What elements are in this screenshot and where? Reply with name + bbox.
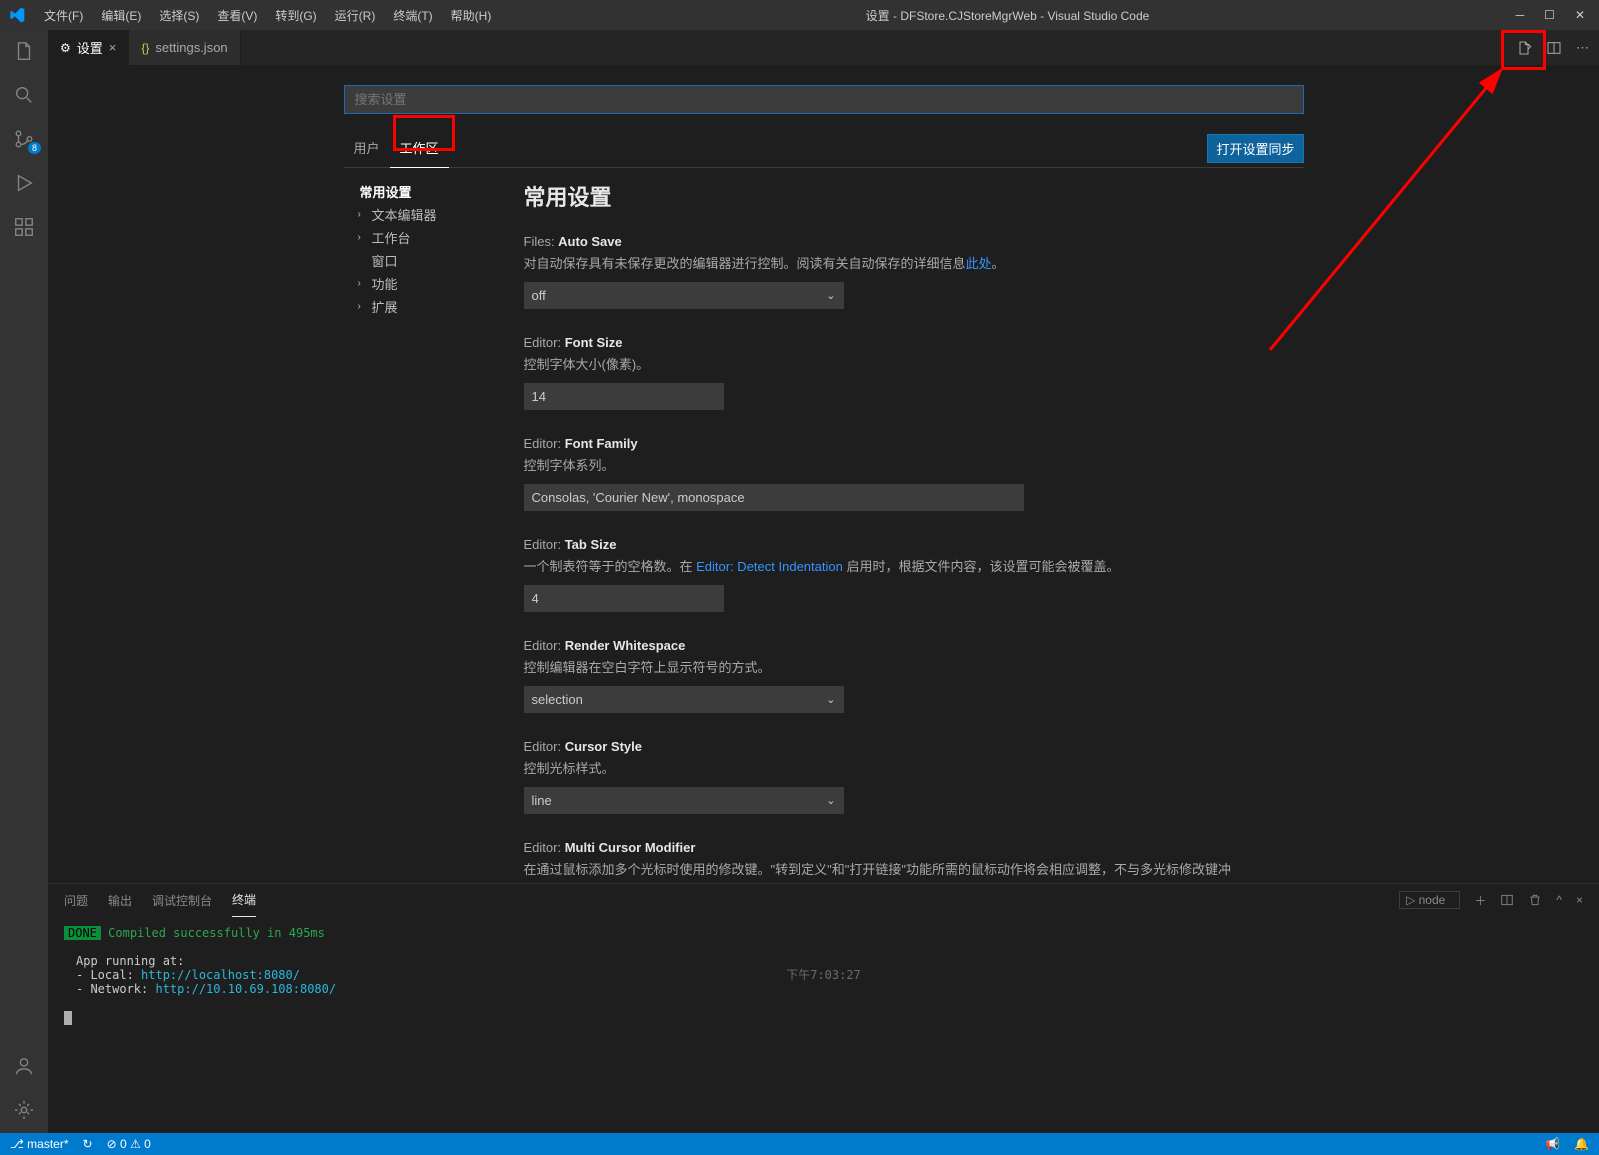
menu-file[interactable]: 文件(F): [36, 3, 91, 28]
maximize-icon[interactable]: ☐: [1544, 8, 1555, 22]
kill-terminal-icon[interactable]: [1528, 893, 1542, 907]
open-settings-json-icon[interactable]: [1516, 40, 1532, 56]
settings-toc: 常用设置 ›文本编辑器 ›工作台 窗口 ›功能 ›扩展: [344, 180, 494, 883]
panel-tab-output[interactable]: 输出: [108, 884, 132, 917]
maximize-panel-icon[interactable]: ^: [1556, 893, 1562, 907]
network-url-link[interactable]: http://10.10.69.108:8080/: [155, 982, 336, 996]
menu-bar: 文件(F) 编辑(E) 选择(S) 查看(V) 转到(G) 运行(R) 终端(T…: [36, 3, 499, 28]
settings-tab-icon: ⚙: [60, 41, 71, 55]
menu-terminal[interactable]: 终端(T): [385, 3, 440, 28]
tab-label: settings.json: [155, 40, 227, 55]
autosave-doc-link[interactable]: 此处: [966, 256, 992, 271]
accounts-icon[interactable]: [11, 1053, 37, 1079]
settings-search-input[interactable]: [344, 85, 1304, 114]
extensions-icon[interactable]: [11, 214, 37, 240]
status-bar: ⎇ master* ↻ ⊘ 0 ⚠ 0 📢 🔔: [0, 1133, 1599, 1155]
status-notifications-icon[interactable]: 🔔: [1574, 1137, 1589, 1151]
close-panel-icon[interactable]: ×: [1576, 893, 1583, 907]
setting-editor-tabsize: Editor: Tab Size 一个制表符等于的空格数。在 Editor: D…: [524, 537, 1304, 612]
chevron-right-icon: ›: [358, 301, 368, 312]
local-url-link[interactable]: http://localhost:8080/: [141, 968, 300, 982]
search-icon[interactable]: [11, 82, 37, 108]
chevron-right-icon: ›: [358, 278, 368, 289]
tab-label: 设置: [77, 38, 103, 57]
minimize-icon[interactable]: ─: [1516, 8, 1525, 22]
scm-badge: 8: [28, 142, 41, 154]
terminal-cursor: [64, 1011, 72, 1025]
status-feedback-icon[interactable]: 📢: [1545, 1137, 1560, 1151]
menu-help[interactable]: 帮助(H): [443, 3, 500, 28]
split-editor-icon[interactable]: [1546, 40, 1562, 56]
chevron-right-icon: ›: [358, 232, 368, 243]
close-tab-icon[interactable]: ×: [109, 40, 117, 55]
toc-features[interactable]: ›功能: [344, 272, 494, 295]
status-sync[interactable]: ↻: [83, 1137, 93, 1151]
terminal-selector[interactable]: ▷ node: [1399, 891, 1460, 909]
menu-view[interactable]: 查看(V): [209, 3, 265, 28]
fontfamily-input[interactable]: [524, 484, 1024, 511]
detect-indentation-link[interactable]: Editor: Detect Indentation: [696, 559, 843, 574]
vscode-logo-icon: [8, 6, 26, 24]
chevron-down-icon: ⌄: [826, 693, 835, 706]
panel-tab-debug[interactable]: 调试控制台: [152, 884, 212, 917]
source-control-icon[interactable]: 8: [11, 126, 37, 152]
chevron-right-icon: ›: [358, 209, 368, 220]
scope-user-tab[interactable]: 用户: [344, 130, 390, 167]
menu-goto[interactable]: 转到(G): [267, 3, 324, 28]
cursorstyle-select[interactable]: line⌄: [524, 787, 844, 814]
toc-common[interactable]: 常用设置: [344, 180, 494, 203]
toc-workbench[interactable]: ›工作台: [344, 226, 494, 249]
toc-text-editor[interactable]: ›文本编辑器: [344, 203, 494, 226]
split-terminal-icon[interactable]: [1500, 893, 1514, 907]
open-settings-sync-button[interactable]: 打开设置同步: [1207, 134, 1303, 163]
done-badge: DONE: [64, 926, 101, 940]
more-actions-icon[interactable]: ⋯: [1576, 40, 1589, 56]
close-icon[interactable]: ✕: [1575, 8, 1585, 22]
title-bar: 文件(F) 编辑(E) 选择(S) 查看(V) 转到(G) 运行(R) 终端(T…: [0, 0, 1599, 30]
panel-tab-terminal[interactable]: 终端: [232, 883, 256, 917]
toc-window[interactable]: 窗口: [344, 249, 494, 272]
setting-editor-multicursor: Editor: Multi Cursor Modifier 在通过鼠标添加多个光…: [524, 840, 1304, 878]
run-debug-icon[interactable]: [11, 170, 37, 196]
chevron-down-icon: ⌄: [826, 289, 835, 302]
chevron-down-icon: ⌄: [826, 794, 835, 807]
tab-settings[interactable]: ⚙ 设置 ×: [48, 30, 129, 65]
panel-tab-problems[interactable]: 问题: [64, 884, 88, 917]
fontsize-input[interactable]: [524, 383, 724, 410]
status-problems[interactable]: ⊘ 0 ⚠ 0: [107, 1137, 151, 1151]
setting-editor-cursorstyle: Editor: Cursor Style 控制光标样式。 line⌄: [524, 739, 1304, 814]
window-title: 设置 - DFStore.CJStoreMgrWeb - Visual Stud…: [499, 7, 1515, 24]
terminal-timestamp: 下午7:03:27: [786, 966, 861, 983]
settings-gear-icon[interactable]: [11, 1097, 37, 1123]
settings-list: 常用设置 Files: Auto Save 对自动保存具有未保存更改的编辑器进行…: [524, 180, 1304, 883]
toc-extensions[interactable]: ›扩展: [344, 295, 494, 318]
tab-settings-json[interactable]: {} settings.json: [129, 30, 240, 65]
menu-edit[interactable]: 编辑(E): [93, 3, 149, 28]
settings-group-header: 常用设置: [524, 180, 1304, 212]
setting-editor-whitespace: Editor: Render Whitespace 控制编辑器在空白字符上显示符…: [524, 638, 1304, 713]
terminal-output[interactable]: 下午7:03:27 DONE Compiled successfully in …: [48, 916, 1599, 1133]
bottom-panel: 问题 输出 调试控制台 终端 ▷ node ＋ ^ × 下午7:03:27 DO…: [48, 883, 1599, 1133]
menu-selection[interactable]: 选择(S): [151, 3, 207, 28]
explorer-icon[interactable]: [11, 38, 37, 64]
setting-files-autosave: Files: Auto Save 对自动保存具有未保存更改的编辑器进行控制。阅读…: [524, 234, 1304, 309]
new-terminal-icon[interactable]: ＋: [1474, 892, 1486, 909]
settings-editor: 用户 工作区 打开设置同步 常用设置 ›文本编辑器 ›工作台 窗口 ›功能 ›扩…: [48, 65, 1599, 883]
setting-editor-fontfamily: Editor: Font Family 控制字体系列。: [524, 436, 1304, 511]
activity-bar: 8: [0, 30, 48, 1133]
json-file-icon: {}: [141, 41, 149, 55]
tabsize-input[interactable]: [524, 585, 724, 612]
scope-workspace-tab[interactable]: 工作区: [390, 130, 449, 168]
editor-tab-bar: ⚙ 设置 × {} settings.json ⋯: [48, 30, 1599, 65]
autosave-select[interactable]: off⌄: [524, 282, 844, 309]
setting-editor-fontsize: Editor: Font Size 控制字体大小(像素)。: [524, 335, 1304, 410]
whitespace-select[interactable]: selection⌄: [524, 686, 844, 713]
menu-run[interactable]: 运行(R): [327, 3, 384, 28]
status-branch[interactable]: ⎇ master*: [10, 1137, 69, 1151]
